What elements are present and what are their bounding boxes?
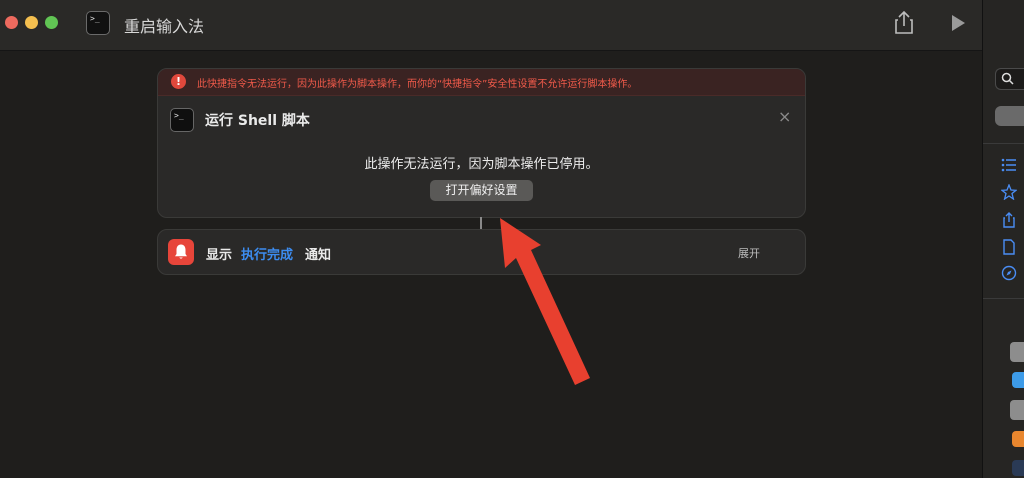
- terminal-icon: >_: [170, 108, 194, 132]
- share-icon[interactable]: [892, 10, 916, 36]
- run-shell-script-action[interactable]: ! 此快捷指令无法运行，因为此操作为脚本操作，而你的“快捷指令”安全性设置不允许…: [157, 68, 806, 218]
- actions-sidebar: [982, 0, 1024, 478]
- close-window-button[interactable]: [5, 16, 18, 29]
- sidebar-search-field[interactable]: [995, 68, 1024, 90]
- search-icon: [1001, 72, 1014, 85]
- app-icon-blue[interactable]: [1012, 372, 1024, 388]
- show-notification-action[interactable]: 显示 执行完成 通知 展开: [157, 229, 806, 275]
- compass-icon[interactable]: [1001, 265, 1017, 281]
- expand-button[interactable]: 展开: [738, 245, 760, 261]
- app-icon-gray[interactable]: [1010, 342, 1024, 362]
- action-title: 运行 Shell 脚本: [205, 113, 310, 129]
- error-icon: !: [171, 74, 186, 89]
- action-disabled-message: 此操作无法运行，因为脚本操作已停用。: [364, 157, 599, 172]
- link-icon[interactable]: [1012, 460, 1024, 476]
- app-icon-orange[interactable]: [1012, 431, 1024, 447]
- variable-token[interactable]: 执行完成: [241, 244, 293, 263]
- sidebar-divider: [983, 143, 1024, 144]
- list-icon[interactable]: [1001, 157, 1017, 173]
- prompt-glyph: >_: [174, 111, 184, 120]
- window-title: 重启输入法: [124, 17, 205, 36]
- run-icon[interactable]: [947, 12, 969, 34]
- close-icon[interactable]: ×: [778, 107, 791, 126]
- title-bar: >_ 重启输入法: [0, 0, 982, 51]
- zoom-window-button[interactable]: [45, 16, 58, 29]
- sidebar-segmented-control[interactable]: [995, 106, 1024, 126]
- notification-label: 通知: [305, 248, 332, 263]
- error-banner: ! 此快捷指令无法运行，因为此操作为脚本操作，而你的“快捷指令”安全性设置不允许…: [158, 69, 805, 96]
- document-icon[interactable]: [1001, 239, 1017, 255]
- app-icon-gray-square[interactable]: [1010, 400, 1024, 420]
- open-preferences-button[interactable]: 打开偏好设置: [430, 180, 533, 201]
- action-connector: [480, 217, 482, 229]
- show-label: 显示: [206, 248, 233, 263]
- star-icon[interactable]: [1001, 184, 1017, 200]
- sidebar-divider: [983, 298, 1024, 299]
- notification-bell-icon: [168, 239, 194, 265]
- minimize-window-button[interactable]: [25, 16, 38, 29]
- share-category-icon[interactable]: [1001, 212, 1017, 228]
- prompt-glyph: >_: [90, 14, 100, 23]
- error-message: 此快捷指令无法运行，因为此操作为脚本操作，而你的“快捷指令”安全性设置不允许运行…: [197, 79, 638, 90]
- terminal-app-icon: >_: [86, 11, 110, 35]
